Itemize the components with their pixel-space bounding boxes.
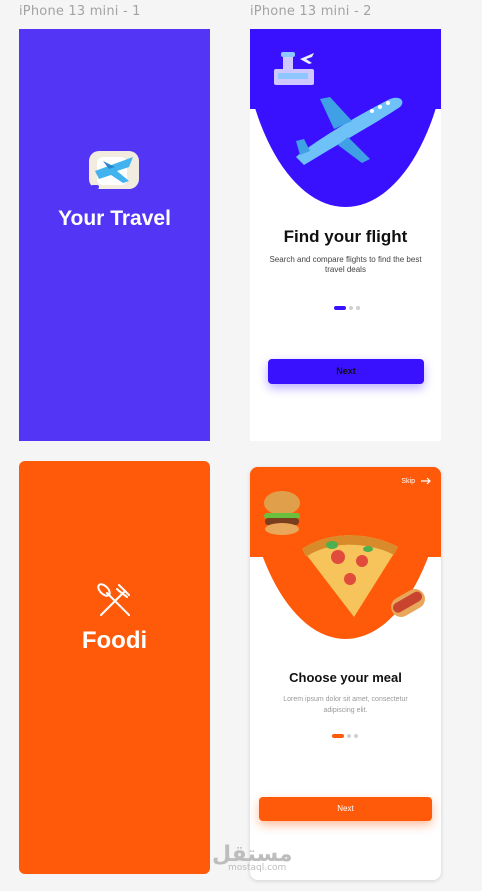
frame-label-1: iPhone 13 mini - 1 bbox=[19, 4, 141, 19]
hotdog-illustration-icon bbox=[391, 589, 425, 617]
airplane-illustration-icon bbox=[296, 97, 403, 165]
page-dot-2 bbox=[349, 305, 353, 310]
next-button[interactable]: Next bbox=[268, 359, 424, 384]
skip-button[interactable]: Skip bbox=[401, 477, 431, 485]
page-dot-1 bbox=[334, 305, 346, 310]
watermark: مستقل mostaql.com bbox=[212, 842, 292, 873]
onboarding-subtitle: Search and compare flights to find the b… bbox=[269, 255, 422, 274]
page-dot-1 bbox=[332, 733, 344, 738]
page-dot-3 bbox=[356, 305, 360, 310]
app-title: Your Travel bbox=[58, 207, 171, 230]
arrow-right-icon bbox=[421, 477, 431, 485]
travel-splash-frame: Your Travel bbox=[19, 29, 210, 441]
travel-onboarding-frame: Find your flight Search and compare flig… bbox=[250, 29, 441, 441]
food-splash-frame: Foodi bbox=[19, 461, 210, 874]
next-button[interactable]: Next bbox=[259, 797, 432, 821]
skip-label: Skip bbox=[401, 477, 415, 485]
frame-label-2: iPhone 13 mini - 2 bbox=[250, 4, 372, 19]
app-title: Foodi bbox=[81, 627, 148, 654]
page-indicator bbox=[332, 727, 361, 745]
food-onboarding-frame: Skip Choose your meal Lorem ipsum dolor … bbox=[250, 467, 441, 880]
airplane-logo-icon bbox=[89, 151, 139, 189]
onboarding-subtitle: Lorem ipsum dolor sit amet, consectetur … bbox=[283, 696, 408, 714]
fork-knife-logo-icon bbox=[97, 583, 130, 616]
page-dot-2 bbox=[347, 733, 351, 738]
onboarding-title: Choose your meal bbox=[289, 670, 402, 685]
page-dot-3 bbox=[354, 733, 358, 738]
onboarding-title: Find your flight bbox=[283, 227, 408, 246]
page-indicator bbox=[334, 299, 363, 317]
